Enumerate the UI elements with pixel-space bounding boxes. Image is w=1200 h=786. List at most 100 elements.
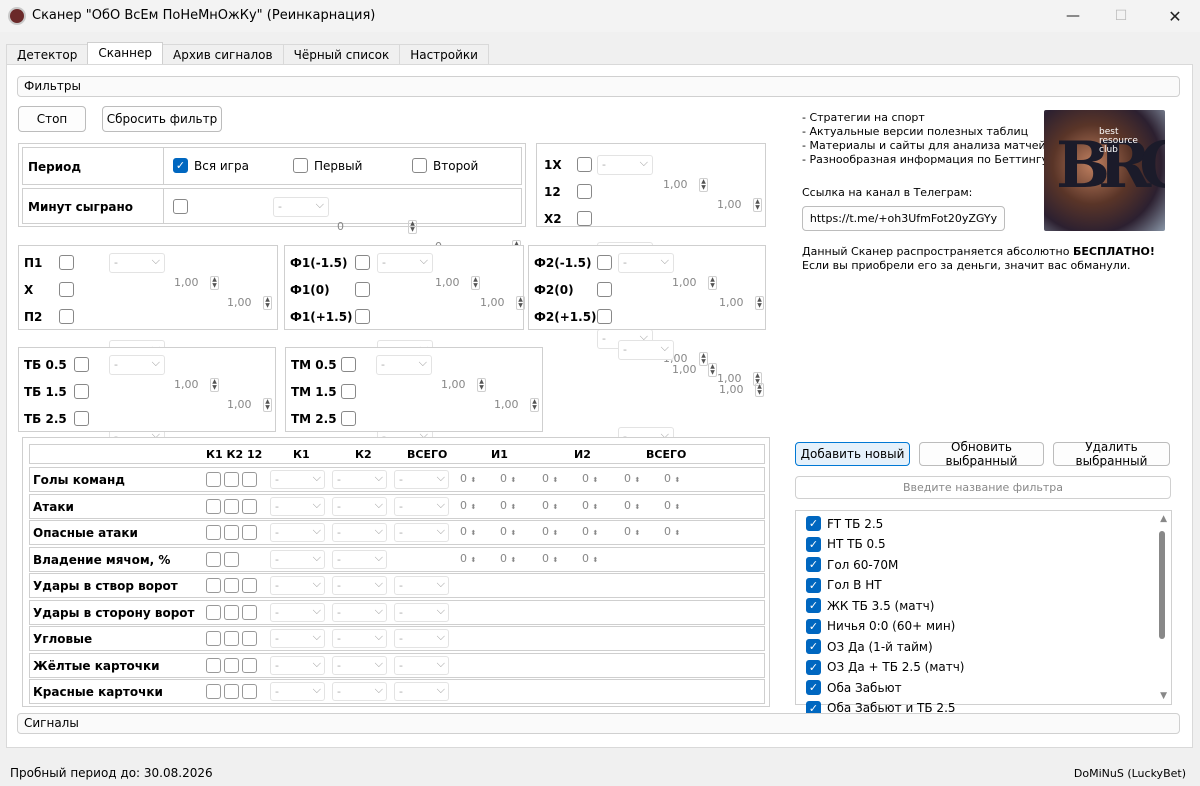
filter-checkbox[interactable]: ✓ (806, 639, 821, 654)
whole-game-checkbox[interactable]: ✓ (173, 158, 188, 173)
k2-checkbox[interactable] (224, 525, 239, 540)
filter-checkbox[interactable]: ✓ (806, 659, 821, 675)
k1-checkbox[interactable] (206, 472, 221, 487)
f1-0-combo[interactable]: - (377, 252, 433, 273)
range-spin[interactable]: 0 ⬍ (664, 499, 680, 512)
k2-combo[interactable]: - (332, 655, 387, 675)
total-checkbox[interactable] (242, 498, 257, 514)
f1-2-checkbox[interactable] (355, 309, 370, 324)
tb-1-checkbox[interactable] (74, 384, 89, 399)
update-filter-button[interactable]: Обновить выбранный (919, 440, 1044, 468)
f2-0-checkbox[interactable] (597, 255, 612, 270)
filter-list[interactable]: ✓ FT ТБ 2.5 ✓ HT ТБ 0.5 ✓ Гол 60-70М ✓ Г… (795, 510, 1172, 716)
k2-combo[interactable]: - (332, 681, 387, 701)
total-checkbox[interactable] (242, 604, 257, 620)
close-button[interactable]: ✕ (1152, 0, 1198, 32)
k2-combo[interactable]: - (332, 549, 387, 569)
dc-0-min-spin[interactable]: 1,00 ▲ ▼ (663, 175, 708, 195)
range-spin[interactable]: 0 ⬍ (500, 552, 516, 565)
f2-1-min-spin[interactable]: 1,00 ▲ ▼ (672, 360, 717, 380)
total-combo[interactable]: - (394, 681, 449, 701)
tab-blacklist[interactable]: Чёрный список (282, 44, 401, 65)
range-spin[interactable]: 0 ⬍ (500, 472, 516, 485)
k1-combo[interactable]: - (270, 681, 325, 701)
range-spin[interactable]: 0 ⬍ (664, 525, 680, 538)
result-0-checkbox[interactable] (59, 255, 74, 270)
minutes-combo[interactable]: - (273, 196, 329, 217)
range-spin[interactable]: 0 ⬍ (542, 499, 558, 512)
range-spin[interactable]: 0 ⬍ (582, 499, 598, 512)
tab-detector[interactable]: Детектор (6, 44, 89, 65)
k1-checkbox[interactable] (206, 498, 221, 514)
range-spin[interactable]: 0 ⬍ (542, 552, 558, 565)
filter-list-item[interactable]: ✓ Гол В НТ (806, 577, 882, 593)
f2-1-checkbox[interactable] (597, 282, 612, 297)
result-0-max-spin[interactable]: 1,00 ▲ ▼ (227, 293, 272, 313)
filter-list-item[interactable]: ✓ Оба Забьют (806, 680, 902, 695)
k2-combo[interactable]: - (332, 469, 387, 489)
f2-0-max-spin[interactable]: 1,00 ▲ ▼ (719, 293, 764, 313)
range-spin[interactable]: 0 ⬍ (542, 472, 558, 485)
k1-checkbox[interactable] (206, 684, 221, 699)
stop-button[interactable]: Стоп (18, 106, 86, 132)
dc-2-checkbox[interactable] (577, 211, 592, 226)
reset-filter-button[interactable]: Сбросить фильтр (102, 106, 222, 132)
total-checkbox[interactable] (242, 657, 257, 673)
filter-list-item[interactable]: ✓ Ничья 0:0 (60+ мин) (806, 618, 955, 634)
tm-0-checkbox[interactable] (341, 357, 356, 372)
k2-combo[interactable]: - (332, 496, 387, 516)
total-checkbox[interactable] (242, 631, 257, 646)
tb-0-max-spin[interactable]: 1,00 ▲ ▼ (227, 395, 272, 415)
k1-combo[interactable]: - (270, 522, 325, 542)
tm-0-max-spin[interactable]: 1,00 ▲ ▼ (494, 395, 539, 415)
k1-combo[interactable]: - (270, 602, 325, 622)
k1-combo[interactable]: - (270, 496, 325, 516)
f2-1-max-spin[interactable]: 1,00 ▲ ▼ (719, 380, 764, 400)
range-spin[interactable]: 0 ⬍ (582, 472, 598, 485)
filter-name-input[interactable]: Введите название фильтра (795, 476, 1171, 499)
range-spin[interactable]: 0 ⬍ (460, 472, 476, 485)
minimize-button[interactable]: — (1050, 0, 1096, 32)
tb-0-min-spin[interactable]: 1,00 ▲ ▼ (174, 375, 219, 395)
total-checkbox[interactable] (242, 684, 257, 699)
filter-list-item[interactable]: ✓ FT ТБ 2.5 (806, 516, 883, 531)
total-checkbox[interactable] (242, 472, 257, 487)
scrollbar-thumb[interactable] (1159, 531, 1165, 639)
k1-checkbox[interactable] (206, 525, 221, 540)
dc-0-combo[interactable]: - (597, 154, 653, 175)
delete-filter-button[interactable]: Удалить выбранный (1053, 440, 1170, 468)
f1-1-checkbox[interactable] (355, 282, 370, 297)
k1-checkbox[interactable] (206, 657, 221, 673)
total-combo[interactable]: - (394, 628, 449, 648)
second-half-checkbox[interactable] (412, 158, 427, 173)
filter-checkbox[interactable]: ✓ (806, 618, 821, 634)
f2-1-combo[interactable]: - (618, 339, 674, 360)
range-spin[interactable]: 0 ⬍ (582, 525, 598, 538)
filter-checkbox[interactable]: ✓ (806, 516, 821, 531)
range-spin[interactable]: 0 ⬍ (542, 525, 558, 538)
range-spin[interactable]: 0 ⬍ (500, 499, 516, 512)
k1-checkbox[interactable] (206, 604, 221, 620)
filters-header[interactable]: Фильтры (17, 76, 1180, 97)
k1-combo[interactable]: - (270, 655, 325, 675)
tb-0-combo[interactable]: - (109, 354, 165, 375)
k2-checkbox[interactable] (224, 684, 239, 699)
tb-2-checkbox[interactable] (74, 411, 89, 426)
filter-list-item[interactable]: ✓ HT ТБ 0.5 (806, 536, 886, 552)
range-spin[interactable]: 0 ⬍ (624, 525, 640, 538)
tm-0-min-spin[interactable]: 1,00 ▲ ▼ (441, 375, 486, 395)
total-combo[interactable]: - (394, 522, 449, 542)
f1-0-checkbox[interactable] (355, 255, 370, 270)
k2-combo[interactable]: - (332, 602, 387, 622)
total-combo[interactable]: - (394, 496, 449, 516)
range-spin[interactable]: 0 ⬍ (500, 525, 516, 538)
k1-combo[interactable]: - (270, 628, 325, 648)
minutes-checkbox[interactable] (173, 199, 188, 214)
k2-combo[interactable]: - (332, 628, 387, 648)
tab-settings[interactable]: Настройки (399, 44, 489, 65)
signals-header[interactable]: Сигналы (17, 713, 1180, 734)
k2-checkbox[interactable] (224, 657, 239, 673)
tab-scanner[interactable]: Сканнер (87, 42, 163, 65)
total-combo[interactable]: - (394, 469, 449, 489)
tm-1-checkbox[interactable] (341, 384, 356, 399)
